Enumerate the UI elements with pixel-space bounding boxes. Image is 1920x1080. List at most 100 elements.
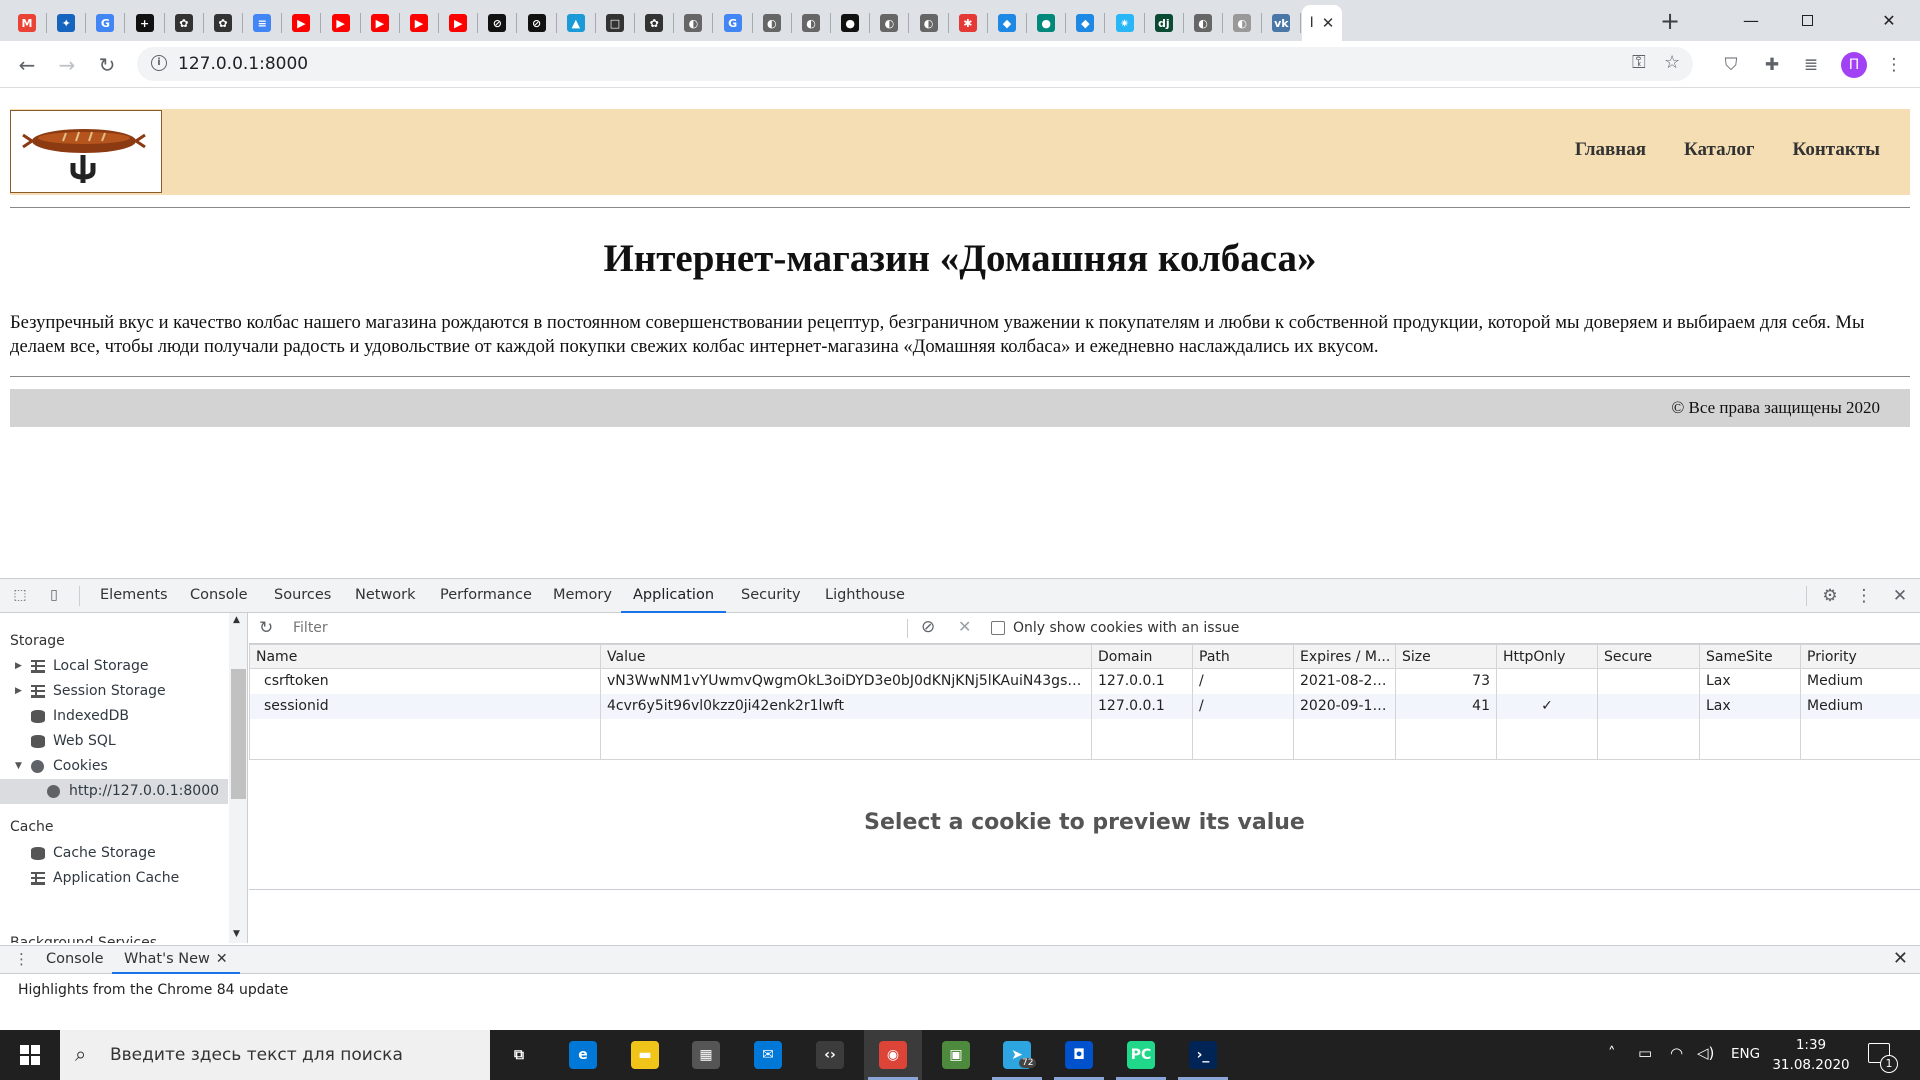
sidebar-item-cookie-origin[interactable]: http://127.0.0.1:8000 xyxy=(0,779,228,804)
column-header[interactable]: Value xyxy=(600,644,1092,669)
browser-tab[interactable]: ◐ xyxy=(674,5,712,41)
refresh-icon[interactable]: ↻ xyxy=(259,618,273,638)
site-info-icon[interactable]: i xyxy=(151,55,167,71)
browser-tab[interactable]: dj xyxy=(1145,5,1183,41)
address-bar[interactable]: i 127.0.0.1:8000 ⚿ ☆ xyxy=(137,47,1693,81)
cookie-row[interactable]: sessionid 4cvr6y5it96vl0kzz0ji42enk2r1lwf… xyxy=(249,693,1920,719)
minimize-button[interactable]: — xyxy=(1722,0,1780,41)
wifi-icon[interactable]: ◠ xyxy=(1670,1044,1683,1062)
browser-tab[interactable]: ✦ xyxy=(47,5,85,41)
column-header[interactable]: Priority xyxy=(1800,644,1920,669)
browser-tab[interactable]: ✿ xyxy=(204,5,242,41)
issue-only-checkbox[interactable] xyxy=(991,621,1005,635)
battery-icon[interactable]: ▭ xyxy=(1638,1044,1652,1062)
browser-menu-icon[interactable]: ⋮ xyxy=(1882,53,1906,77)
language-indicator[interactable]: ENG xyxy=(1731,1046,1760,1062)
reload-button[interactable]: ↻ xyxy=(92,50,122,80)
media-queue-icon[interactable]: ≣ xyxy=(1799,53,1823,77)
cookie-filter-input[interactable] xyxy=(289,617,899,639)
forward-button[interactable]: → xyxy=(52,50,82,80)
tab-console[interactable]: Console xyxy=(178,579,260,613)
device-toolbar-icon[interactable]: ▯ xyxy=(44,587,64,605)
close-window-button[interactable]: ✕ xyxy=(1860,0,1918,41)
system-clock[interactable]: 1:39 31.08.2020 xyxy=(1770,1035,1852,1075)
clear-all-cookies-icon[interactable]: ⊘ xyxy=(921,617,935,637)
scrollbar-thumb[interactable] xyxy=(231,669,246,799)
column-header[interactable]: Secure xyxy=(1597,644,1700,669)
tab-sources[interactable]: Sources xyxy=(262,579,343,613)
taskbar-app[interactable]: ▦ xyxy=(677,1030,735,1080)
browser-tab[interactable]: ▶ xyxy=(282,5,320,41)
browser-tab[interactable]: ▶ xyxy=(439,5,477,41)
column-header[interactable]: Name xyxy=(249,644,601,669)
close-tab-icon[interactable]: ✕ xyxy=(216,951,228,967)
expand-arrow-icon[interactable]: ▶ xyxy=(15,654,22,679)
back-button[interactable]: ← xyxy=(12,50,42,80)
show-hidden-icons-chevron-icon[interactable]: ˄ xyxy=(1608,1044,1616,1062)
sidebar-item-session-storage[interactable]: ▶ Session Storage xyxy=(0,679,228,704)
collapse-arrow-icon[interactable]: ▼ xyxy=(15,754,22,779)
sidebar-item-indexeddb[interactable]: IndexedDB xyxy=(0,704,228,729)
close-devtools-icon[interactable]: ✕ xyxy=(1889,585,1911,607)
taskbar-app[interactable]: ›_ xyxy=(1174,1030,1232,1080)
volume-icon[interactable]: ◁) xyxy=(1697,1044,1714,1062)
column-header[interactable]: Expires / M... xyxy=(1293,644,1396,669)
taskbar-app[interactable]: ➤ xyxy=(988,1030,1046,1080)
cookie-row[interactable]: csrftoken vN3WwNM1vYUwmvQwgmOkL3oiDYD3e0b… xyxy=(249,668,1920,694)
sidebar-item-web-sql[interactable]: Web SQL xyxy=(0,729,228,754)
column-header[interactable]: Size xyxy=(1395,644,1497,669)
settings-gear-icon[interactable]: ⚙ xyxy=(1819,585,1841,607)
browser-tab[interactable]: G xyxy=(86,5,124,41)
taskbar-app[interactable]: ✉ xyxy=(739,1030,797,1080)
drawer-menu-icon[interactable]: ⋮ xyxy=(14,950,29,968)
browser-tab[interactable]: □ xyxy=(596,5,634,41)
taskbar-app[interactable]: ◘ xyxy=(1050,1030,1108,1080)
nav-link-home[interactable]: Главная xyxy=(1575,139,1646,161)
browser-tab[interactable]: ✿ xyxy=(635,5,673,41)
new-tab-button[interactable]: + xyxy=(1656,8,1684,36)
tab-memory[interactable]: Memory xyxy=(541,579,624,613)
browser-tab[interactable]: ≡ xyxy=(243,5,281,41)
taskbar-search[interactable]: ⌕ Введите здесь текст для поиска xyxy=(60,1030,490,1080)
extensions-puzzle-icon[interactable]: ✚ xyxy=(1760,53,1784,77)
browser-tab[interactable]: ◐ xyxy=(753,5,791,41)
browser-tab[interactable]: G xyxy=(714,5,752,41)
browser-tab[interactable]: ✿ xyxy=(165,5,203,41)
bookmark-star-icon[interactable]: ☆ xyxy=(1664,52,1680,73)
column-header[interactable]: Domain xyxy=(1091,644,1193,669)
browser-tab[interactable]: ▶ xyxy=(361,5,399,41)
sidebar-scrollbar[interactable]: ▲ ▼ xyxy=(229,613,247,943)
tab-application[interactable]: Application xyxy=(621,579,727,613)
nav-link-contacts[interactable]: Контакты xyxy=(1793,139,1880,161)
nav-link-catalog[interactable]: Каталог xyxy=(1684,139,1755,161)
browser-tab[interactable]: ▶ xyxy=(322,5,360,41)
drawer-tab-whats-new[interactable]: What's New ✕ xyxy=(112,946,240,974)
drawer-tab-console[interactable]: Console xyxy=(34,946,116,974)
browser-tab[interactable]: vk xyxy=(1262,5,1300,41)
browser-tab[interactable]: ▲ xyxy=(557,5,595,41)
browser-tab[interactable]: ◆ xyxy=(1066,5,1104,41)
sidebar-item-local-storage[interactable]: ▶ Local Storage xyxy=(0,654,228,679)
taskbar-app[interactable]: ◉ xyxy=(864,1030,922,1080)
browser-tab[interactable]: ◐ xyxy=(870,5,908,41)
delete-selected-icon[interactable]: ✕ xyxy=(958,617,971,636)
browser-tab[interactable]: ◆ xyxy=(988,5,1026,41)
browser-tab[interactable]: ✱ xyxy=(949,5,987,41)
browser-tab[interactable]: ▶ xyxy=(400,5,438,41)
shield-extension-icon[interactable]: ⛉ xyxy=(1719,53,1743,77)
taskbar-app[interactable]: ‹› xyxy=(801,1030,859,1080)
taskbar-app[interactable]: PC xyxy=(1112,1030,1170,1080)
close-tab-icon[interactable]: ✕ xyxy=(1322,14,1335,32)
close-drawer-icon[interactable]: ✕ xyxy=(1893,948,1908,969)
browser-tab[interactable]: ⊘ xyxy=(518,5,556,41)
tab-elements[interactable]: Elements xyxy=(88,579,180,613)
taskbar-app[interactable]: ▬ xyxy=(616,1030,674,1080)
start-button[interactable] xyxy=(0,1030,60,1080)
browser-tab[interactable]: ⊘ xyxy=(478,5,516,41)
browser-tab[interactable]: ◐ xyxy=(792,5,830,41)
sidebar-item-cookies[interactable]: ▼ Cookies xyxy=(0,754,228,779)
browser-tab[interactable]: ◐ xyxy=(910,5,948,41)
column-header[interactable]: SameSite xyxy=(1699,644,1801,669)
inspect-element-icon[interactable]: ⬚ xyxy=(10,587,30,605)
browser-tab[interactable]: ● xyxy=(831,5,869,41)
